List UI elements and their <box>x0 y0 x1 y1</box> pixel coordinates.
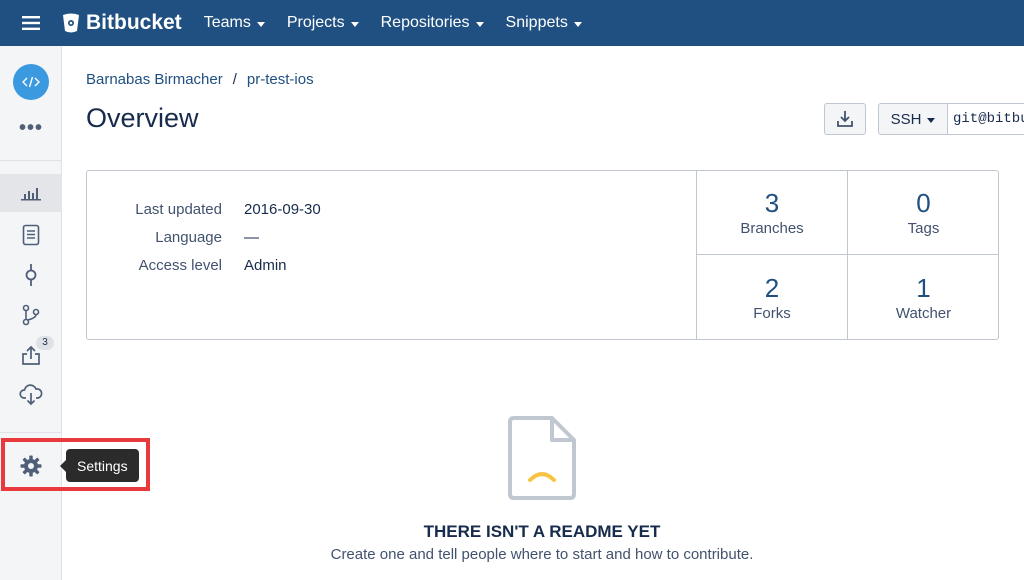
empty-readme-title: THERE ISN'T A README YET <box>423 522 661 541</box>
stat-number: 0 <box>916 188 931 218</box>
meta-value: 2016-09-30 <box>244 200 321 218</box>
stat-watchers[interactable]: 1 Watcher <box>848 255 999 339</box>
commit-icon <box>25 264 37 286</box>
sidebar-divider <box>0 432 62 433</box>
stat-number: 2 <box>764 272 780 303</box>
breadcrumb: Barnabas Birmacher / pr-test-ios <box>86 71 314 88</box>
code-icon <box>22 76 40 88</box>
sidebar-item-overview[interactable] <box>0 174 62 212</box>
stat-number: 3 <box>764 188 780 218</box>
meta-key: Access level <box>138 256 222 274</box>
download-icon <box>837 111 853 127</box>
stat-label: Branches <box>740 220 804 237</box>
settings-tooltip: Settings <box>60 449 139 482</box>
empty-readme-subtitle: Create one and tell people where to star… <box>330 546 754 563</box>
repository-stats: 3 Branches 0 Tags 2 Forks 1 Watcher <box>696 171 999 339</box>
bitbucket-bucket-icon <box>63 13 79 33</box>
clone-url-group: SSH git@bitbucket.org <box>878 103 1024 135</box>
repository-meta: Last updated 2016-09-30 Language — Acces… <box>87 195 687 279</box>
sidebar-item-source[interactable] <box>0 216 62 254</box>
stat-label: Forks <box>753 304 791 322</box>
bitbucket-logo[interactable]: Bitbucket <box>62 11 182 35</box>
meta-row-access-level: Access level Admin <box>87 251 687 279</box>
stat-number: 1 <box>916 272 931 303</box>
nav-teams-label: Teams <box>203 14 251 31</box>
overview-bars-icon <box>21 188 41 201</box>
sidebar-item-commits[interactable] <box>0 256 62 294</box>
sidebar-item-branches[interactable] <box>0 296 62 334</box>
meta-value: Admin <box>244 256 287 274</box>
sidebar-item-pipelines[interactable] <box>0 376 62 414</box>
meta-key: Last updated <box>135 200 222 218</box>
logo-text: Bitbucket <box>86 11 182 34</box>
repository-overview-panel: Last updated 2016-09-30 Language — Acces… <box>86 170 999 340</box>
cloud-download-icon <box>19 384 43 406</box>
meta-row-language: Language — <box>87 223 687 251</box>
menu-icon[interactable] <box>0 0 62 46</box>
stat-label: Watcher <box>895 304 952 322</box>
meta-key: Language <box>155 228 222 246</box>
stat-label: Tags <box>907 220 940 237</box>
nav-snippets-label: Snippets <box>505 14 568 31</box>
stat-tags[interactable]: 0 Tags <box>848 171 999 255</box>
top-navigation-bar: Bitbucket Teams Projects Repositories Sn… <box>0 0 1024 46</box>
pull-requests-count-badge: 3 <box>36 336 54 350</box>
repository-sidebar: ••• 3 <box>0 46 62 580</box>
branch-icon <box>22 304 40 326</box>
nav-projects[interactable]: Projects <box>287 14 359 32</box>
chevron-down-icon <box>573 21 582 27</box>
meta-value: — <box>244 228 259 246</box>
chevron-down-icon <box>350 21 359 27</box>
clone-url-field[interactable]: git@bitbucket.org <box>948 103 1024 135</box>
breadcrumb-repo-link[interactable]: pr-test-ios <box>247 71 314 88</box>
stat-branches[interactable]: 3 Branches <box>697 171 848 255</box>
chevron-down-icon <box>475 21 484 27</box>
nav-repositories-label: Repositories <box>380 14 470 31</box>
more-actions-button[interactable]: ••• <box>0 118 62 138</box>
page-title: Overview <box>86 103 199 133</box>
sidebar-divider <box>0 160 62 161</box>
nav-snippets[interactable]: Snippets <box>506 14 582 32</box>
meta-row-last-updated: Last updated 2016-09-30 <box>87 195 687 223</box>
repository-avatar[interactable] <box>13 64 49 100</box>
empty-readme-file-icon <box>506 414 578 505</box>
clone-protocol-dropdown[interactable]: SSH <box>878 103 948 135</box>
download-button[interactable] <box>824 103 866 135</box>
breadcrumb-separator: / <box>232 71 237 88</box>
chevron-down-icon <box>927 117 936 123</box>
nav-projects-label: Projects <box>286 14 345 31</box>
breadcrumb-owner-link[interactable]: Barnabas Birmacher <box>86 71 223 88</box>
nav-teams[interactable]: Teams <box>204 14 265 32</box>
clone-protocol-label: SSH <box>890 110 922 128</box>
chevron-down-icon <box>256 21 265 27</box>
source-file-icon <box>22 224 40 246</box>
nav-repositories[interactable]: Repositories <box>381 14 484 32</box>
stat-forks[interactable]: 2 Forks <box>697 255 848 339</box>
